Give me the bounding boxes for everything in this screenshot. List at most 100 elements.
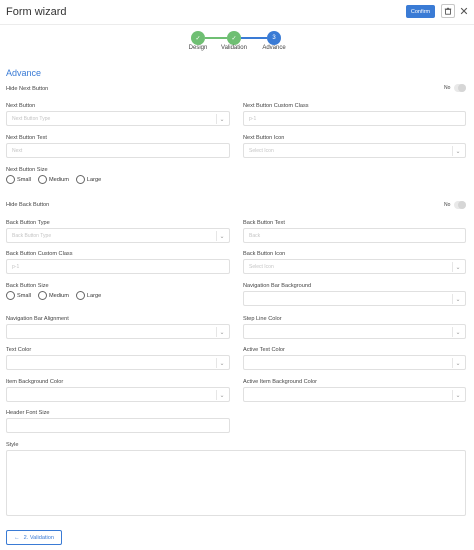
trash-icon [444, 7, 452, 15]
chevron-down-icon: ⌄ [219, 392, 225, 399]
chevron-down-icon: ⌄ [219, 233, 225, 240]
nav-bg-select[interactable]: ⌄ [243, 291, 466, 306]
style-label: Style [6, 442, 19, 448]
chevron-down-icon: ⌄ [455, 360, 461, 367]
item-bg-color-label: Item Background Color [6, 379, 64, 385]
next-custom-class-input[interactable]: p-1 [243, 111, 466, 126]
back-size-large[interactable]: Large [75, 291, 102, 300]
next-icon-placeholder: Select Icon [249, 147, 274, 154]
radio-label: Small [17, 292, 31, 299]
step-label-advance: Advance [262, 45, 286, 51]
chevron-down-icon: ⌄ [455, 148, 461, 155]
text-color-select[interactable]: ⌄ [6, 355, 230, 370]
chevron-down-icon: ⌄ [455, 264, 461, 271]
chevron-down-icon: ⌄ [219, 116, 225, 123]
back-type-label: Back Button Type [6, 220, 50, 226]
radio-icon[interactable] [38, 175, 47, 184]
back-custom-class-placeholder: p-1 [12, 263, 20, 270]
next-size-large[interactable]: Large [75, 175, 102, 184]
next-size-radio-group: Small Medium Large [6, 175, 104, 184]
arrow-left-icon: ← [14, 534, 20, 541]
back-text-placeholder: Back [249, 232, 261, 239]
next-button-type-placeholder: Next Button Type [12, 115, 51, 122]
back-custom-class-label: Back Button Custom Class [6, 251, 73, 257]
radio-label: Large [86, 176, 102, 183]
next-text-input[interactable]: Next [6, 143, 230, 158]
header-font-size-input[interactable] [6, 418, 230, 433]
next-text-label: Next Button Text [6, 135, 47, 141]
step-line-color-select[interactable]: ⌄ [243, 324, 466, 339]
header-font-size-label: Header Font Size [6, 410, 50, 416]
chevron-down-icon: ⌄ [219, 360, 225, 367]
hide-next-toggle[interactable]: No [444, 84, 467, 92]
next-icon-label: Next Button Icon [243, 135, 285, 141]
chevron-down-icon: ⌄ [219, 329, 225, 336]
text-color-label: Text Color [6, 347, 32, 353]
step-design-check-icon[interactable]: ✓ [191, 31, 205, 45]
nav-alignment-select[interactable]: ⌄ [6, 324, 230, 339]
hide-next-label: Hide Next Button [6, 86, 49, 92]
close-button[interactable]: ✕ [458, 4, 470, 18]
back-text-input[interactable]: Back [243, 228, 466, 243]
chevron-down-icon: ⌄ [455, 329, 461, 336]
radio-icon[interactable] [75, 175, 85, 184]
back-custom-class-input[interactable]: p-1 [6, 259, 230, 274]
step-line-color-label: Step Line Color [243, 316, 282, 322]
active-text-color-select[interactable]: ⌄ [243, 355, 466, 370]
nav-bg-label: Navigation Bar Background [243, 283, 312, 289]
radio-icon[interactable] [75, 291, 85, 300]
back-icon-placeholder: Select Icon [249, 263, 274, 270]
style-textarea[interactable] [6, 450, 466, 516]
toggle-switch[interactable] [454, 84, 467, 92]
section-title: Advance [6, 68, 42, 78]
step-line-1 [205, 37, 227, 39]
next-custom-class-placeholder: p-1 [249, 115, 257, 122]
next-button-label: Next Button [6, 103, 36, 109]
active-item-bg-color-label: Active Item Background Color [243, 379, 317, 385]
hide-back-toggle[interactable]: No [444, 201, 467, 209]
radio-label: Medium [49, 176, 69, 183]
radio-label: Small [17, 176, 31, 183]
next-size-label: Next Button Size [6, 167, 48, 173]
next-size-medium[interactable]: Medium [38, 175, 69, 184]
hide-back-toggle-text: No [444, 202, 451, 208]
back-size-small[interactable]: Small [6, 291, 31, 300]
back-type-select[interactable]: Back Button Type ⌄ [6, 228, 230, 243]
back-size-medium[interactable]: Medium [38, 291, 69, 300]
confirm-button[interactable]: Confirm [406, 5, 435, 18]
hide-next-toggle-text: No [444, 85, 451, 91]
back-to-validation-label: 2. Validation [23, 534, 54, 541]
radio-label: Large [86, 292, 102, 299]
next-custom-class-label: Next Button Custom Class [243, 103, 309, 109]
radio-icon[interactable] [6, 291, 15, 300]
delete-button[interactable] [441, 4, 455, 18]
next-text-placeholder: Next [12, 147, 23, 154]
step-label-validation: Validation [221, 45, 247, 51]
page-title: Form wizard [6, 6, 67, 18]
back-size-label: Back Button Size [6, 283, 49, 289]
radio-icon[interactable] [38, 291, 47, 300]
next-icon-select[interactable]: Select Icon ⌄ [243, 143, 466, 158]
back-type-placeholder: Back Button Type [12, 232, 52, 239]
step-label-design: Design [188, 45, 208, 51]
close-icon: ✕ [459, 5, 469, 18]
back-size-radio-group: Small Medium Large [6, 291, 104, 300]
back-icon-label: Back Button Icon [243, 251, 286, 257]
step-line-2 [241, 37, 267, 39]
toggle-switch[interactable] [454, 201, 467, 209]
back-icon-select[interactable]: Select Icon ⌄ [243, 259, 466, 274]
next-size-small[interactable]: Small [6, 175, 31, 184]
chevron-down-icon: ⌄ [455, 296, 461, 303]
step-validation-check-icon[interactable]: ✓ [227, 31, 241, 45]
radio-label: Medium [49, 292, 69, 299]
header-divider [0, 24, 474, 25]
chevron-down-icon: ⌄ [455, 392, 461, 399]
nav-alignment-label: Navigation Bar Alignment [6, 316, 69, 322]
radio-icon[interactable] [6, 175, 15, 184]
item-bg-color-select[interactable]: ⌄ [6, 387, 230, 402]
next-button-type-select[interactable]: Next Button Type ⌄ [6, 111, 230, 126]
back-to-validation-button[interactable]: ← 2. Validation [6, 530, 62, 545]
active-item-bg-color-select[interactable]: ⌄ [243, 387, 466, 402]
step-advance-number[interactable]: 3 [267, 31, 281, 45]
hide-back-label: Hide Back Button [6, 202, 50, 208]
